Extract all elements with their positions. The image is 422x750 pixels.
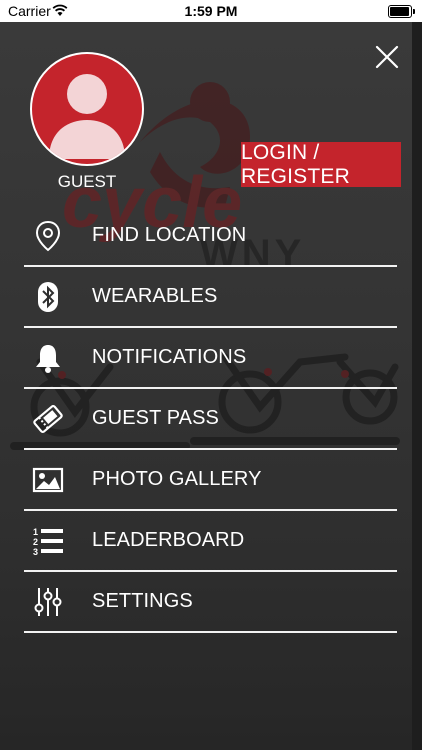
login-register-button[interactable]: LOGIN / REGISTER	[241, 141, 401, 188]
screen-edge	[412, 22, 422, 750]
menu-item-wearables[interactable]: WEARABLES	[24, 267, 397, 328]
menu-item-find-location[interactable]: FIND LOCATION	[24, 206, 397, 267]
photo-icon	[32, 467, 64, 493]
menu-item-photo-gallery[interactable]: PHOTO GALLERY	[24, 450, 397, 511]
clock: 1:59 PM	[184, 3, 238, 19]
menu-list: FIND LOCATION WEARABLES NOTIFICATIONS GU…	[24, 206, 397, 633]
status-bar: Carrier 1:59 PM	[0, 0, 422, 22]
menu-item-notifications[interactable]: NOTIFICATIONS	[24, 328, 397, 389]
menu-item-label: FIND LOCATION	[92, 224, 247, 246]
menu-item-label: GUEST PASS	[92, 407, 219, 429]
menu-item-label: LEADERBOARD	[92, 529, 245, 551]
menu-item-leaderboard[interactable]: 1 2 3 LEADERBOARD	[24, 511, 397, 572]
battery-icon	[388, 5, 415, 18]
menu-item-label: SETTINGS	[92, 590, 193, 612]
profile-name: GUEST	[57, 172, 117, 191]
divider	[24, 631, 397, 633]
menu-item-guest-pass[interactable]: GUEST PASS	[24, 389, 397, 450]
bell-icon	[36, 345, 60, 373]
sliders-icon	[34, 588, 62, 616]
svg-text:3: 3	[33, 547, 38, 557]
menu-item-settings[interactable]: SETTINGS	[24, 572, 397, 633]
user-silhouette-icon	[49, 74, 125, 159]
svg-text:2: 2	[33, 537, 38, 547]
location-pin-icon	[35, 220, 61, 252]
ticket-icon	[33, 404, 63, 434]
svg-text:1: 1	[33, 527, 38, 537]
numbered-list-icon: 1 2 3	[33, 527, 63, 557]
bluetooth-icon	[38, 282, 58, 312]
close-icon[interactable]	[374, 44, 400, 70]
menu-item-label: WEARABLES	[92, 285, 218, 307]
menu-item-label: PHOTO GALLERY	[92, 468, 262, 490]
menu-item-label: NOTIFICATIONS	[92, 346, 247, 368]
avatar[interactable]	[30, 52, 144, 166]
